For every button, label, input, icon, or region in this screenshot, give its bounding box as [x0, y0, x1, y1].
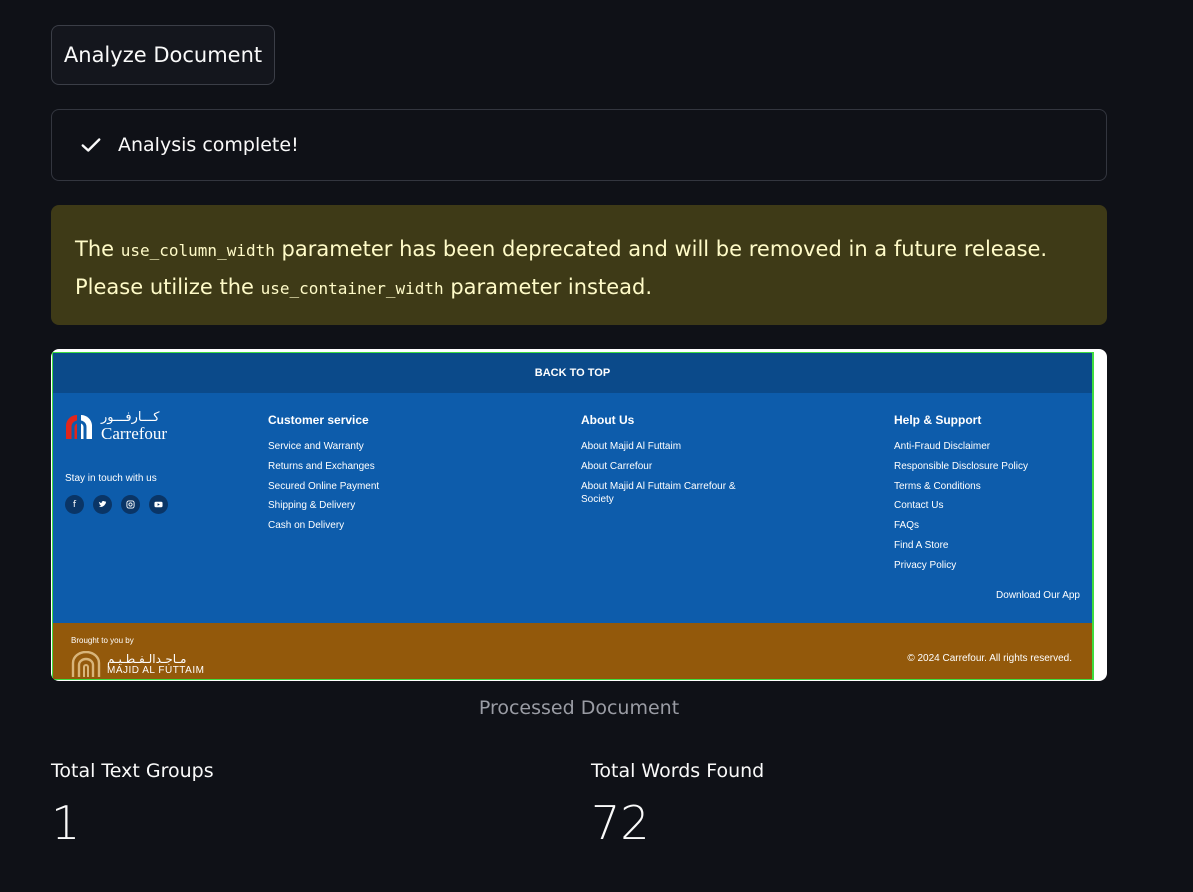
footer-link: Service and Warranty [268, 441, 364, 452]
instagram-icon [121, 495, 140, 514]
footer-link: Responsible Disclosure Policy [894, 460, 1028, 472]
warning-code-2: use_container_width [260, 279, 444, 298]
metric-label: Total Text Groups [51, 760, 214, 782]
metric-total-text-groups: Total Text Groups 1 [51, 760, 214, 850]
footer-link: About Majid Al Futtaim [581, 441, 682, 452]
carrefour-logo-icon [66, 414, 92, 439]
twitter-icon [93, 495, 112, 514]
metric-value: 72 [591, 796, 650, 850]
document-footer-screenshot: BACK TO TOP كـــارفـــور Carrefour Stay … [52, 352, 1094, 680]
download-app-text: Download Our App [996, 590, 1080, 601]
footer-link: Privacy Policy [894, 559, 957, 571]
footer-link: Find A Store [894, 539, 949, 551]
metric-total-words-found: Total Words Found 72 [591, 760, 764, 850]
copyright: © 2024 Carrefour. All rights reserved. [907, 653, 1072, 664]
warning-text-1: The [75, 237, 121, 261]
warning-text-3: parameter instead. [443, 275, 653, 299]
column-title: Help & Support [894, 413, 982, 427]
column-help-support: Help & Support Anti-Fraud Disclaimer Res… [894, 413, 1028, 579]
brand-arabic: كـــارفـــور [101, 410, 160, 425]
majid-al-futtaim-logo: مـاجـدالـفـطـيـم MAJID AL FUTTAIM [71, 651, 204, 677]
footer-link: FAQs [894, 520, 920, 532]
footer-link: Contact Us [894, 500, 944, 512]
brand-name: Carrefour [101, 424, 168, 443]
footer-link: Cash on Delivery [268, 520, 345, 532]
footer-main: كـــارفـــور Carrefour Stay in touch wit… [53, 393, 1092, 623]
deprecation-warning: The use_column_width parameter has been … [51, 205, 1107, 325]
footer-link: About Majid Al Futtaim Carrefour & Socie… [581, 480, 736, 505]
carrefour-logo: كـــارفـــور Carrefour [64, 411, 167, 442]
footer-link: About Carrefour [581, 460, 653, 472]
image-caption: Processed Document [478, 697, 680, 719]
footer-link: Anti-Fraud Disclaimer [894, 441, 991, 452]
warning-code-1: use_column_width [120, 241, 275, 260]
processed-document-image: BACK TO TOP كـــارفـــور Carrefour Stay … [51, 349, 1107, 681]
app-root: Analyze Document Analysis complete! The … [0, 0, 1193, 892]
back-to-top: BACK TO TOP [53, 353, 1092, 393]
maf-name: MAJID AL FUTTAIM [107, 664, 205, 676]
metric-value: 1 [51, 796, 81, 850]
footer-link: Secured Online Payment [268, 480, 380, 492]
column-title: Customer service [268, 413, 369, 427]
facebook-icon: f [65, 495, 84, 514]
stay-in-touch: Stay in touch with us [65, 473, 157, 484]
footer-bottom: Brought to you by مـاجـدالـفـطـيـم MAJID… [53, 623, 1092, 679]
footer-link: Shipping & Delivery [268, 500, 356, 512]
maf-arch-icon [71, 651, 101, 677]
footer-link: Terms & Conditions [894, 480, 981, 492]
column-title: About Us [581, 413, 635, 427]
status-box[interactable]: Analysis complete! [51, 109, 1107, 181]
social-icons: f [65, 495, 168, 514]
maf-arabic: مـاجـدالـفـطـيـم [107, 651, 187, 666]
analyze-document-button[interactable]: Analyze Document [51, 25, 275, 85]
metric-label: Total Words Found [591, 760, 765, 782]
brought-by: Brought to you by [71, 636, 134, 645]
column-about-us: About Us About Majid Al Futtaim About Ca… [581, 413, 746, 512]
column-customer-service: Customer service Service and Warranty Re… [268, 413, 379, 539]
youtube-icon [149, 495, 168, 514]
check-icon [81, 138, 101, 152]
status-message: Analysis complete! [118, 134, 299, 156]
footer-link: Returns and Exchanges [268, 460, 375, 472]
